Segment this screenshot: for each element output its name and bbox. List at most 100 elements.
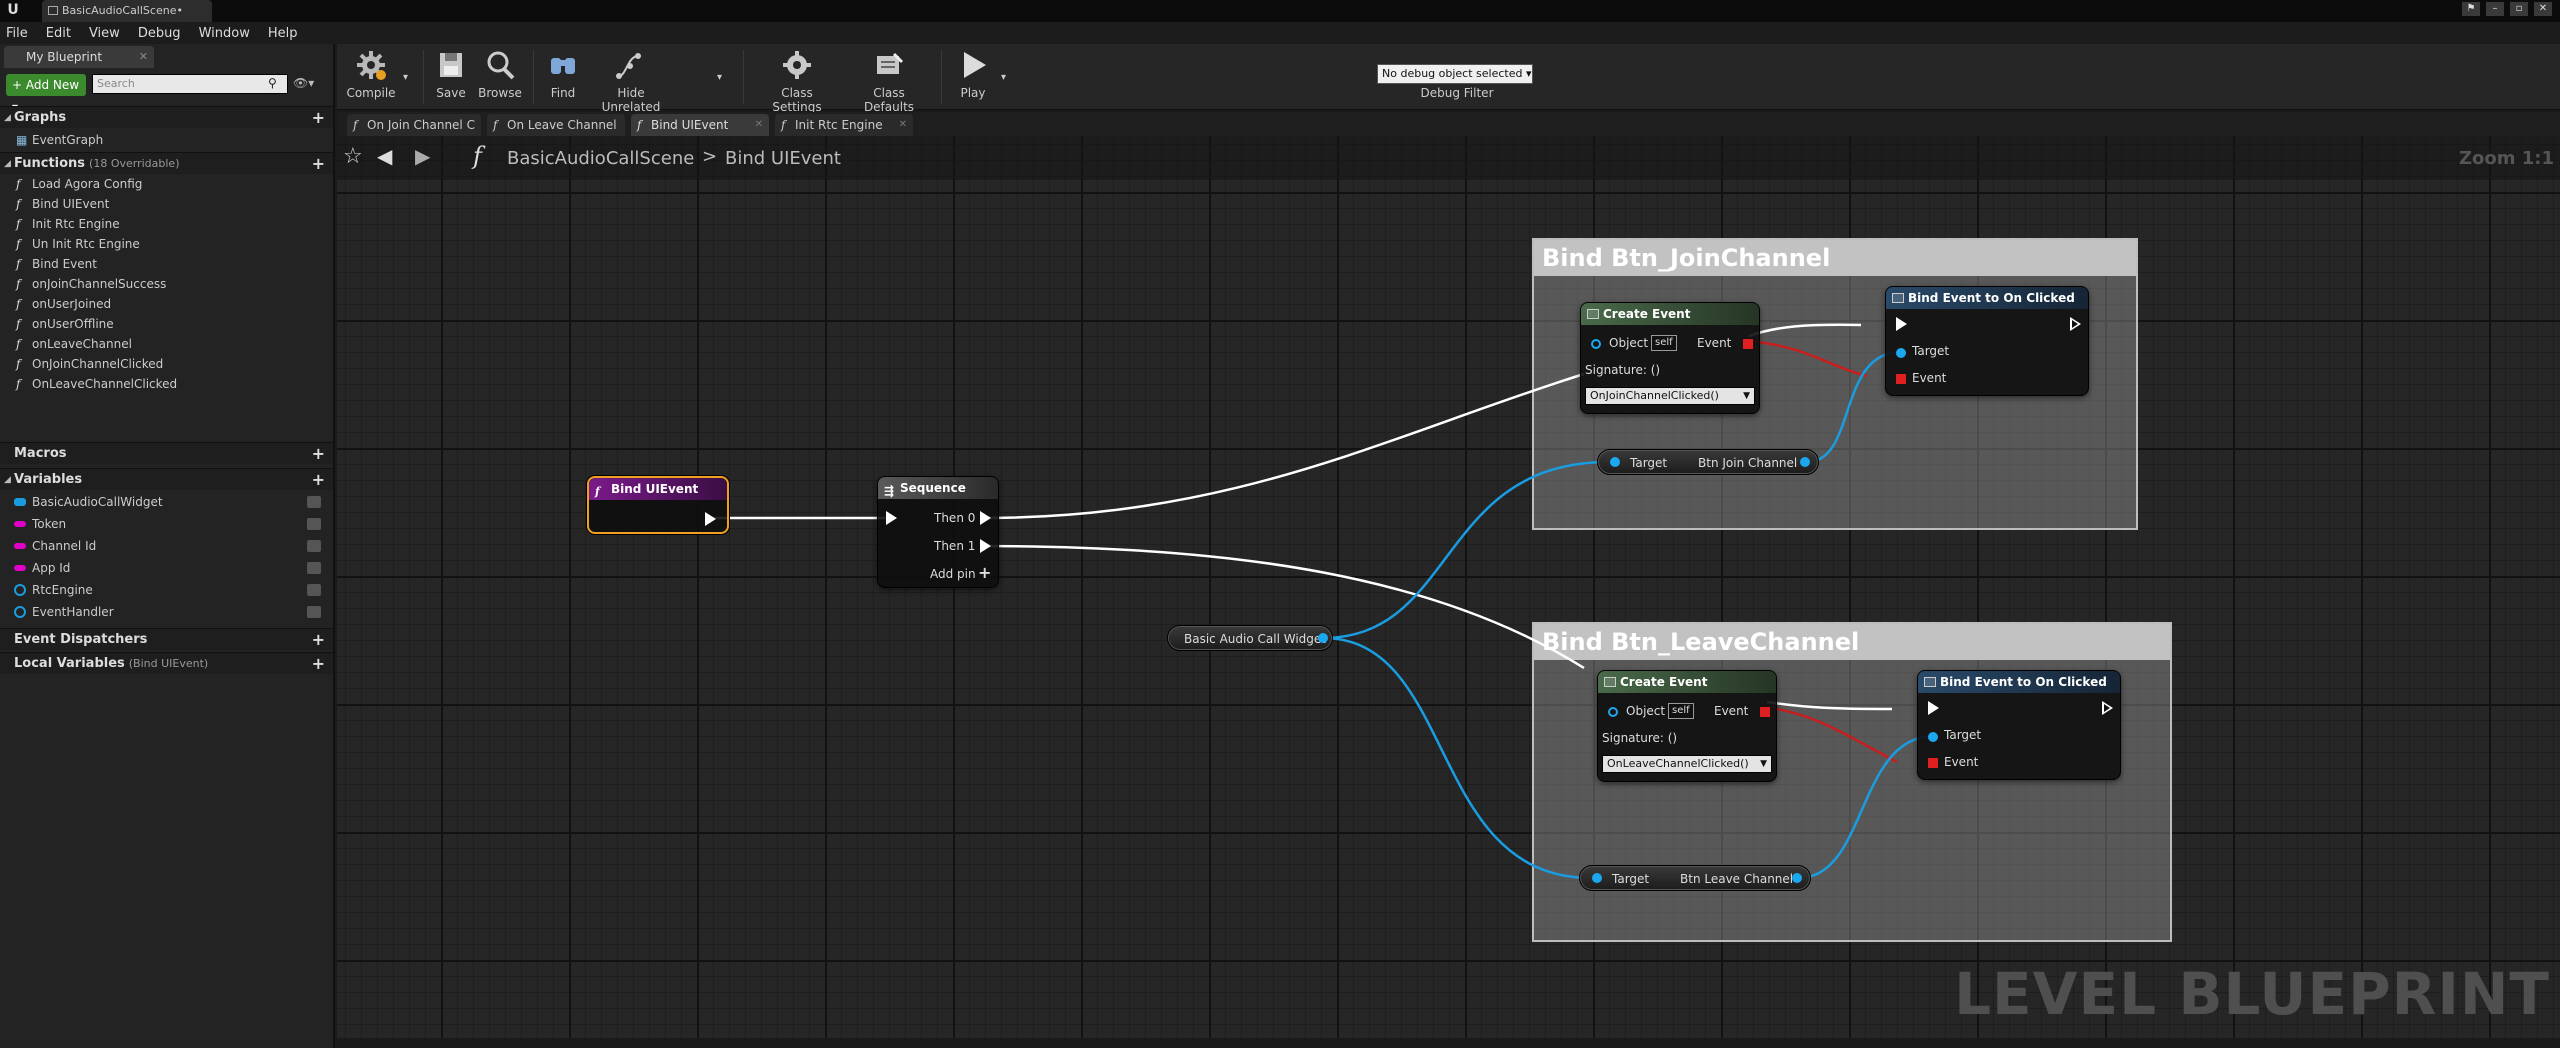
breadcrumb-function[interactable]: Bind UIEvent (725, 148, 841, 169)
event-input-pin[interactable] (1928, 758, 1938, 768)
object-input-pin[interactable] (1608, 707, 1618, 717)
find-button[interactable]: Find (541, 48, 585, 108)
add-function-button[interactable]: + (312, 153, 325, 175)
self-default-field[interactable]: self (1651, 335, 1677, 351)
node-get-btn-join[interactable]: Target Btn Join Channel (1597, 449, 1819, 475)
function-item[interactable]: f onLeaveChannel (14, 334, 329, 354)
object-input-pin[interactable] (1591, 339, 1601, 349)
target-input-pin[interactable] (1928, 732, 1938, 742)
menu-help[interactable]: Help (268, 26, 298, 41)
event-output-pin[interactable] (1743, 339, 1753, 349)
variable-item[interactable]: BasicAudioCallWidget (14, 492, 329, 512)
exec-in-pin[interactable] (1928, 701, 1939, 715)
menu-edit[interactable]: Edit (46, 26, 71, 41)
function-item[interactable]: f onUserJoined (14, 294, 329, 314)
minimize-button[interactable]: – (2486, 2, 2504, 16)
compile-button[interactable]: Compile (341, 48, 401, 108)
function-item[interactable]: f Load Agora Config (14, 174, 329, 194)
self-default-field[interactable]: self (1668, 703, 1694, 719)
node-create-event-leave[interactable]: Create Event Object self Event Signature… (1597, 670, 1777, 782)
section-functions[interactable]: ◢ Functions (18 Overridable) + (0, 152, 333, 174)
section-macros[interactable]: Macros + (0, 442, 333, 464)
class-settings-button[interactable]: Class Settings (755, 48, 839, 114)
visibility-toggle-icon[interactable] (307, 584, 321, 596)
search-input[interactable]: Search (92, 74, 288, 94)
function-item[interactable]: f OnJoinChannelClicked (14, 354, 329, 374)
function-item[interactable]: f Init Rtc Engine (14, 214, 329, 234)
add-pin-label[interactable]: Add pin (930, 567, 976, 581)
close-icon[interactable]: ✕ (139, 46, 148, 68)
function-item[interactable]: f Un Init Rtc Engine (14, 234, 329, 254)
function-item[interactable]: f onUserOffline (14, 314, 329, 334)
target-input-pin[interactable] (1610, 457, 1620, 467)
hide-unrelated-button[interactable]: Hide Unrelated (589, 48, 673, 114)
then0-pin[interactable] (980, 511, 991, 525)
view-options-icon[interactable]: 👁▾ (293, 76, 317, 92)
visibility-toggle-icon[interactable] (307, 496, 321, 508)
exec-in-pin[interactable] (886, 511, 897, 525)
tab-init-rtc-engine[interactable]: f Init Rtc Engine ✕ (775, 114, 913, 136)
variable-item[interactable]: RtcEngine (14, 580, 329, 600)
node-create-event-join[interactable]: Create Event Object self Event Signature… (1580, 302, 1760, 414)
target-input-pin[interactable] (1592, 873, 1602, 883)
tab-bind-uievent[interactable]: f Bind UIEvent ✕ (631, 114, 769, 136)
add-local-variable-button[interactable]: + (312, 653, 325, 675)
add-macro-button[interactable]: + (312, 443, 325, 465)
exec-out-pin[interactable] (2070, 317, 2081, 331)
function-item[interactable]: f Bind Event (14, 254, 329, 274)
section-local-variables[interactable]: Local Variables (Bind UIEvent) + (0, 652, 333, 674)
function-item[interactable]: f Bind UIEvent (14, 194, 329, 214)
expand-arrow-icon[interactable]: ◢ (4, 153, 11, 175)
node-widget-variable[interactable]: Basic Audio Call Widget (1167, 625, 1333, 651)
save-button[interactable]: Save (429, 48, 473, 108)
expand-arrow-icon[interactable]: ◢ (4, 469, 11, 491)
notification-icon[interactable]: ⚑ (2462, 2, 2480, 16)
event-input-pin[interactable] (1896, 374, 1906, 384)
exec-in-pin[interactable] (1896, 317, 1907, 331)
document-tab[interactable]: BasicAudioCallScene• (42, 0, 212, 22)
section-variables[interactable]: ◢ Variables + (0, 468, 333, 490)
visibility-toggle-icon[interactable] (307, 540, 321, 552)
btn-leave-output-pin[interactable] (1792, 873, 1802, 883)
menu-window[interactable]: Window (199, 26, 250, 41)
variable-item[interactable]: Channel Id (14, 536, 329, 556)
class-defaults-button[interactable]: Class Defaults (847, 48, 931, 114)
add-graph-button[interactable]: + (312, 107, 325, 129)
forward-arrow-icon[interactable]: ▶ (415, 144, 430, 168)
browse-button[interactable]: Browse (475, 48, 525, 108)
maximize-button[interactable]: ▫ (2510, 2, 2528, 16)
back-arrow-icon[interactable]: ◀ (377, 144, 392, 168)
graph-item-eventgraph[interactable]: ▦ EventGraph (14, 130, 329, 150)
visibility-toggle-icon[interactable] (307, 562, 321, 574)
search-icon[interactable]: ⚲ (268, 76, 284, 92)
debug-object-select[interactable]: No debug object selected ▾ (1377, 64, 1533, 84)
add-pin-plus-icon[interactable]: + (978, 563, 991, 582)
exec-out-pin[interactable] (705, 512, 716, 526)
close-button[interactable]: ✕ (2534, 2, 2552, 16)
widget-output-pin[interactable] (1318, 633, 1328, 643)
then1-pin[interactable] (980, 539, 991, 553)
node-sequence[interactable]: ⇶ Sequence Then 0 Then 1 Add pin + (877, 476, 999, 588)
play-button[interactable]: Play (951, 48, 995, 108)
play-options-arrow-icon[interactable]: ▾ (1001, 72, 1006, 83)
function-select-dropdown[interactable]: OnJoinChannelClicked() ▼ (1585, 387, 1755, 405)
close-tab-icon[interactable]: ✕ (899, 114, 907, 136)
expand-arrow-icon[interactable]: ◢ (4, 107, 11, 129)
my-blueprint-tab[interactable]: My Blueprint ✕ (4, 46, 154, 68)
function-item[interactable]: f OnLeaveChannelClicked (14, 374, 329, 394)
add-new-button[interactable]: + Add New ▾ (6, 74, 86, 114)
menu-file[interactable]: File (6, 26, 28, 41)
exec-out-pin[interactable] (2102, 701, 2113, 715)
node-bind-event-join[interactable]: Bind Event to On Clicked Target Event (1885, 286, 2089, 396)
visibility-toggle-icon[interactable] (307, 518, 321, 530)
hide-unrelated-options-arrow-icon[interactable]: ▾ (717, 72, 722, 83)
btn-join-output-pin[interactable] (1800, 457, 1810, 467)
function-select-dropdown[interactable]: OnLeaveChannelClicked() ▼ (1602, 755, 1772, 773)
menu-view[interactable]: View (89, 26, 120, 41)
visibility-toggle-icon[interactable] (307, 606, 321, 618)
target-input-pin[interactable] (1896, 348, 1906, 358)
node-bind-event-leave[interactable]: Bind Event to On Clicked Target Event (1917, 670, 2121, 780)
function-item[interactable]: f onJoinChannelSuccess (14, 274, 329, 294)
node-bind-uievent[interactable]: f Bind UIEvent (587, 476, 729, 534)
section-graphs[interactable]: ◢ Graphs + (0, 106, 333, 128)
